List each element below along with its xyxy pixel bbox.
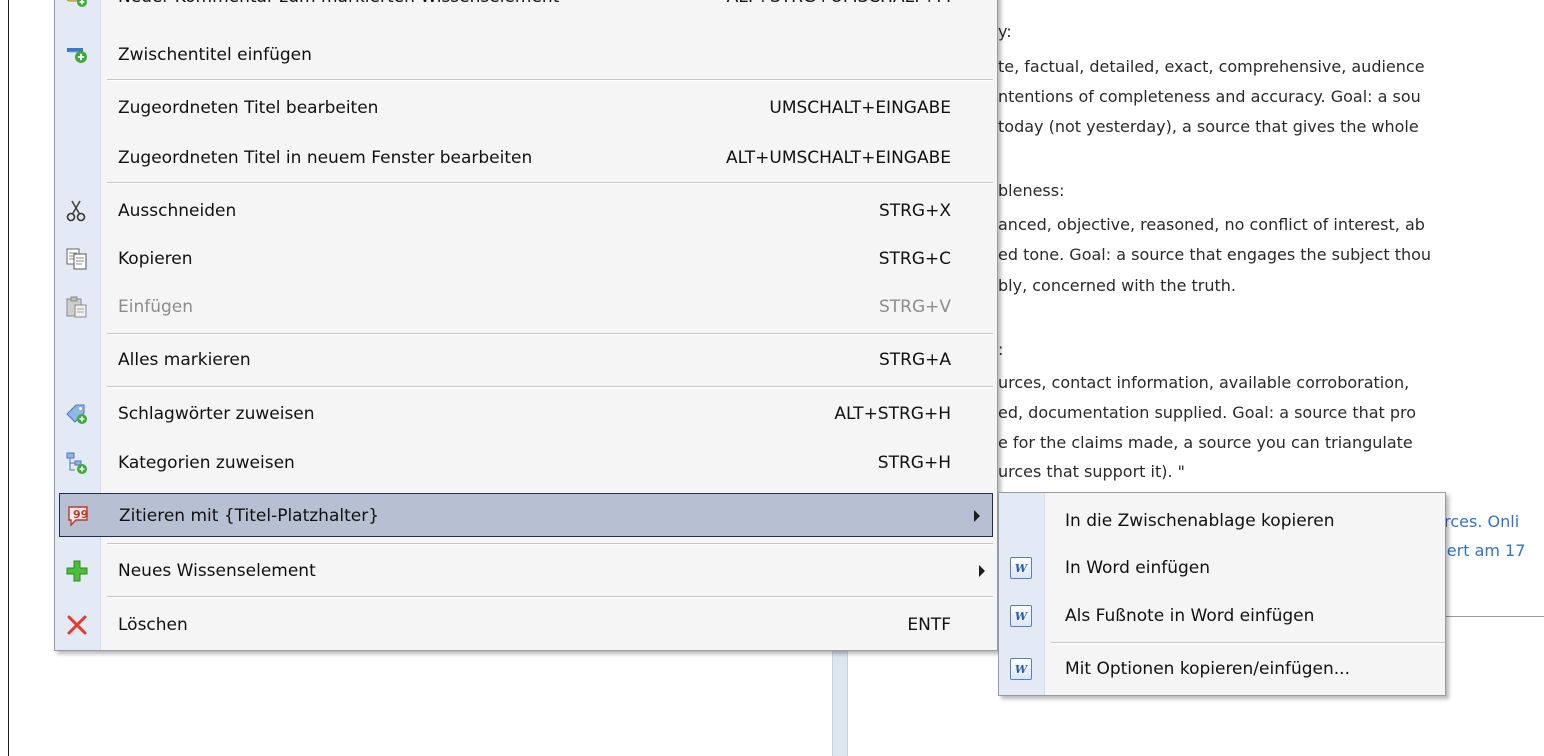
menu-item-new-comment[interactable]: Neuer Kommentar zum markierten Wissensel… <box>55 0 997 19</box>
document-text-line: e for the claims made, a source you can … <box>998 433 1413 452</box>
menu-item-label: Schlagwörter zuweisen <box>118 404 315 424</box>
menu-item-shortcut: UMSCHALT+EINGABE <box>769 98 951 118</box>
menu-item-shortcut: STRG+H <box>877 453 951 473</box>
menu-separator <box>107 182 993 184</box>
menu-item-shortcut: STRG+X <box>878 201 951 221</box>
menu-item-shortcut: STRG+V <box>878 297 951 317</box>
document-text-line: urces, contact information, available co… <box>998 373 1410 392</box>
document-text-line: today (not yesterday), a source that giv… <box>998 117 1419 136</box>
menu-item-new-knowledge-item[interactable]: Neues Wissenselement <box>55 549 997 593</box>
document-text-line: anced, objective, reasoned, no conflict … <box>998 215 1425 234</box>
word-icon: W <box>1008 603 1034 629</box>
menu-item-label: Zwischentitel einfügen <box>118 45 312 65</box>
document-text-line: ed tone. Goal: a source that engages the… <box>998 245 1432 264</box>
menu-item-shortcut: ENTF <box>907 615 951 635</box>
document-text-line: ed, documentation supplied. Goal: a sour… <box>998 403 1417 422</box>
menu-separator <box>107 333 993 335</box>
menu-item-label: Löschen <box>118 615 188 635</box>
delete-x-icon <box>64 612 90 638</box>
menu-item-shortcut: ALT+STRG+UMSCHALT+M <box>727 0 951 19</box>
submenu-item-insert-footnote-word[interactable]: W Als Fußnote in Word einfügen <box>999 594 1445 638</box>
scissors-icon <box>64 198 90 224</box>
menu-item-select-all[interactable]: Alles markieren STRG+A <box>55 338 997 382</box>
copy-icon <box>64 246 90 272</box>
menu-item-label: Ausschneiden <box>118 201 237 221</box>
subtitle-insert-icon <box>64 42 90 68</box>
menu-item-label: Zugeordneten Titel in neuem Fenster bear… <box>118 148 533 168</box>
submenu-arrow-icon <box>979 565 985 577</box>
menu-item-insert-subtitle[interactable]: Zwischentitel einfügen <box>55 33 997 77</box>
context-menu: Neuer Kommentar zum markierten Wissensel… <box>54 0 998 651</box>
menu-item-copy[interactable]: Kopieren STRG+C <box>55 237 997 281</box>
submenu-item-label: In die Zwischenablage kopieren <box>1065 511 1335 531</box>
source-link[interactable]: urces. Onli <box>1434 512 1519 532</box>
document-text-line: y: <box>998 22 1012 41</box>
paste-icon <box>64 294 90 320</box>
source-link[interactable]: siert am 17 <box>1434 541 1525 561</box>
word-icon: W <box>1008 555 1034 581</box>
menu-item-cut[interactable]: Ausschneiden STRG+X <box>55 189 997 233</box>
tag-add-icon <box>64 401 90 427</box>
menu-item-assign-categories[interactable]: Kategorien zuweisen STRG+H <box>55 441 997 485</box>
submenu-item-label: Mit Optionen kopieren/einfügen... <box>1065 659 1350 679</box>
menu-item-edit-title-new-window[interactable]: Zugeordneten Titel in neuem Fenster bear… <box>55 136 997 180</box>
category-tree-icon <box>64 450 90 476</box>
quote-bubble-icon: 99 <box>65 503 91 529</box>
menu-item-shortcut: ALT+STRG+H <box>834 404 951 424</box>
menu-item-label: Einfügen <box>118 297 194 317</box>
menu-item-paste: Einfügen STRG+V <box>55 285 997 329</box>
submenu-item-label: In Word einfügen <box>1065 558 1211 578</box>
menu-item-delete[interactable]: Löschen ENTF <box>55 603 997 647</box>
submenu-arrow-icon <box>974 510 980 522</box>
submenu-separator <box>1051 642 1445 644</box>
document-divider <box>1446 616 1544 617</box>
comment-add-icon <box>64 0 90 10</box>
menu-item-label: Kategorien zuweisen <box>118 453 295 473</box>
submenu-item-label: Als Fußnote in Word einfügen <box>1065 606 1315 626</box>
submenu-item-insert-in-word[interactable]: W In Word einfügen <box>999 546 1445 590</box>
menu-item-label: Zitieren mit {Titel-Platzhalter} <box>119 506 380 526</box>
word-icon: W <box>1008 656 1034 682</box>
document-text-line: bleness: <box>998 181 1065 200</box>
menu-item-shortcut: STRG+C <box>878 249 951 269</box>
svg-text:99: 99 <box>73 508 88 521</box>
word-icon-letter: W <box>1010 605 1032 627</box>
menu-item-label: Neuer Kommentar zum markierten Wissensel… <box>118 0 559 19</box>
menu-separator <box>107 79 993 81</box>
menu-item-label: Kopieren <box>118 249 193 269</box>
document-text-line: urces that support it). " <box>998 462 1186 481</box>
menu-separator <box>107 543 993 545</box>
plus-green-icon <box>64 558 90 584</box>
menu-item-cite-with[interactable]: 99 Zitieren mit {Titel-Platzhalter} <box>59 493 993 537</box>
menu-item-label: Neues Wissenselement <box>118 561 316 581</box>
word-icon-letter: W <box>1010 557 1032 579</box>
cite-submenu: In die Zwischenablage kopieren W In Word… <box>998 492 1446 696</box>
document-text-line: te, factual, detailed, exact, comprehens… <box>998 57 1425 76</box>
app-window-border <box>8 0 9 756</box>
word-icon-letter: W <box>1010 658 1032 680</box>
menu-item-edit-title[interactable]: Zugeordneten Titel bearbeiten UMSCHALT+E… <box>55 86 997 130</box>
menu-separator <box>107 596 993 598</box>
menu-item-label: Zugeordneten Titel bearbeiten <box>118 98 379 118</box>
menu-item-assign-keywords[interactable]: Schlagwörter zuweisen ALT+STRG+H <box>55 392 997 436</box>
submenu-item-copy-paste-options[interactable]: W Mit Optionen kopieren/einfügen... <box>999 647 1445 691</box>
menu-item-shortcut: STRG+A <box>878 350 951 370</box>
menu-separator <box>107 386 993 388</box>
menu-item-label: Alles markieren <box>118 350 251 370</box>
document-text-line: : <box>998 340 1004 359</box>
document-text-line: bly, concerned with the truth. <box>998 276 1236 295</box>
submenu-item-copy-to-clipboard[interactable]: In die Zwischenablage kopieren <box>999 499 1445 543</box>
document-text-line: ntentions of completeness and accuracy. … <box>998 87 1421 106</box>
menu-item-shortcut: ALT+UMSCHALT+EINGABE <box>725 148 951 168</box>
